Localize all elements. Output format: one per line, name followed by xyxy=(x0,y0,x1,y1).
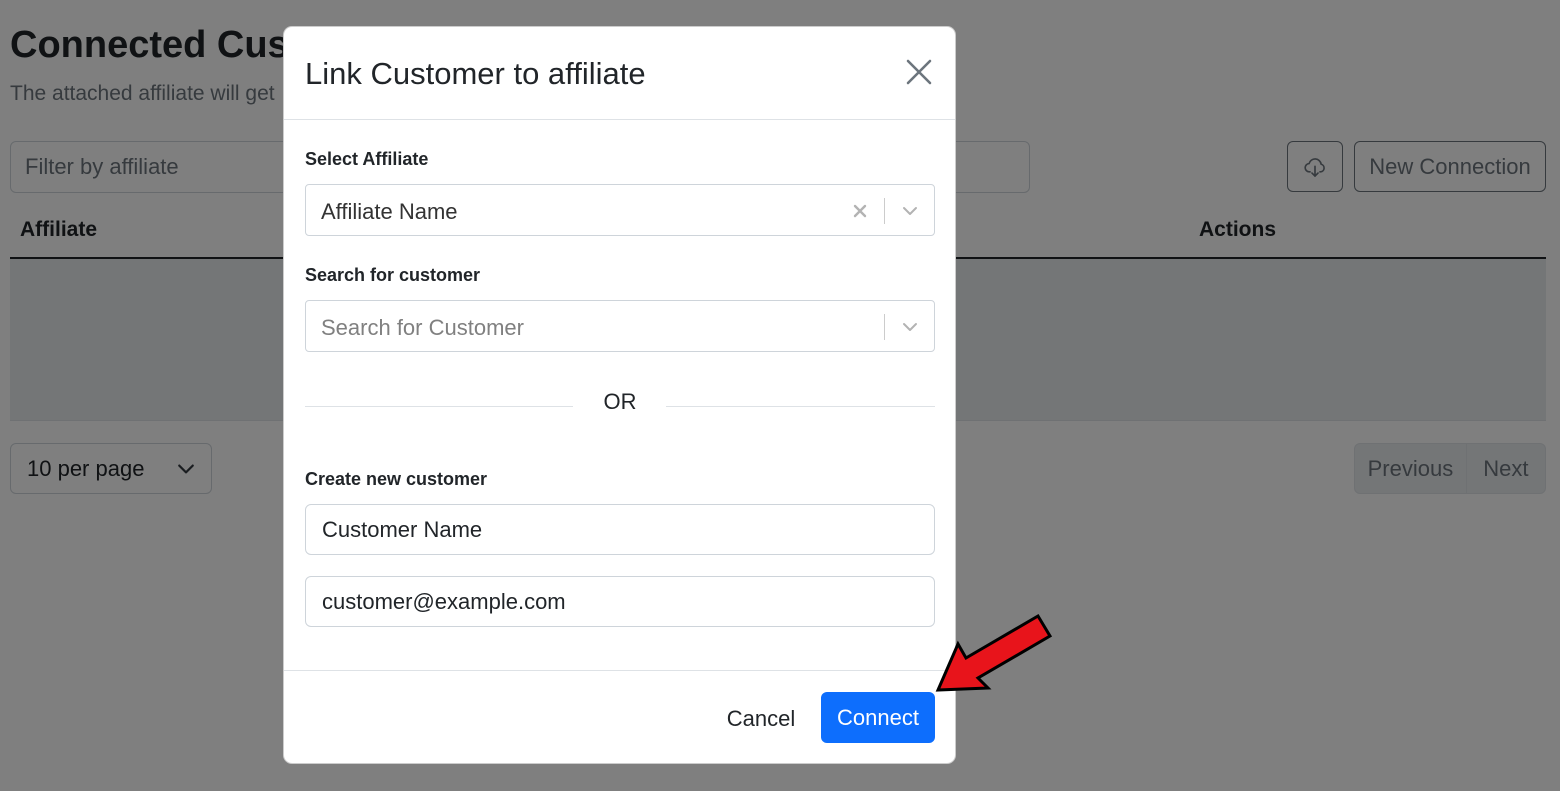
create-customer-label: Create new customer xyxy=(305,469,488,489)
or-divider-right xyxy=(666,406,935,407)
modal-close-button[interactable] xyxy=(902,55,936,89)
search-customer-label: Search for customer xyxy=(305,265,481,285)
cancel-button[interactable]: Cancel xyxy=(714,693,808,744)
affiliate-select[interactable]: Affiliate Name xyxy=(305,184,935,236)
modal-footer: Cancel Connect xyxy=(284,670,955,765)
customer-email-input[interactable] xyxy=(305,576,935,627)
modal-title: Link Customer to affiliate xyxy=(305,56,646,91)
chevron-down-icon[interactable] xyxy=(900,201,920,221)
customer-search-select[interactable]: Search for Customer xyxy=(305,300,935,352)
customer-name-input[interactable] xyxy=(305,504,935,555)
chevron-down-icon[interactable] xyxy=(900,317,920,337)
select-separator xyxy=(884,198,885,224)
link-customer-modal: Link Customer to affiliate Select Affili… xyxy=(283,26,956,764)
modal-header: Link Customer to affiliate xyxy=(284,27,955,120)
annotation-arrow-icon xyxy=(935,613,1053,692)
or-divider-left xyxy=(305,406,573,407)
clear-icon[interactable] xyxy=(850,201,870,221)
affiliate-select-value: Affiliate Name xyxy=(321,199,458,224)
or-divider-label: OR xyxy=(603,389,637,414)
close-icon xyxy=(906,59,932,85)
select-separator xyxy=(884,314,885,340)
connect-button[interactable]: Connect xyxy=(821,692,935,743)
select-affiliate-label: Select Affiliate xyxy=(305,149,429,169)
customer-search-placeholder: Search for Customer xyxy=(321,315,524,340)
